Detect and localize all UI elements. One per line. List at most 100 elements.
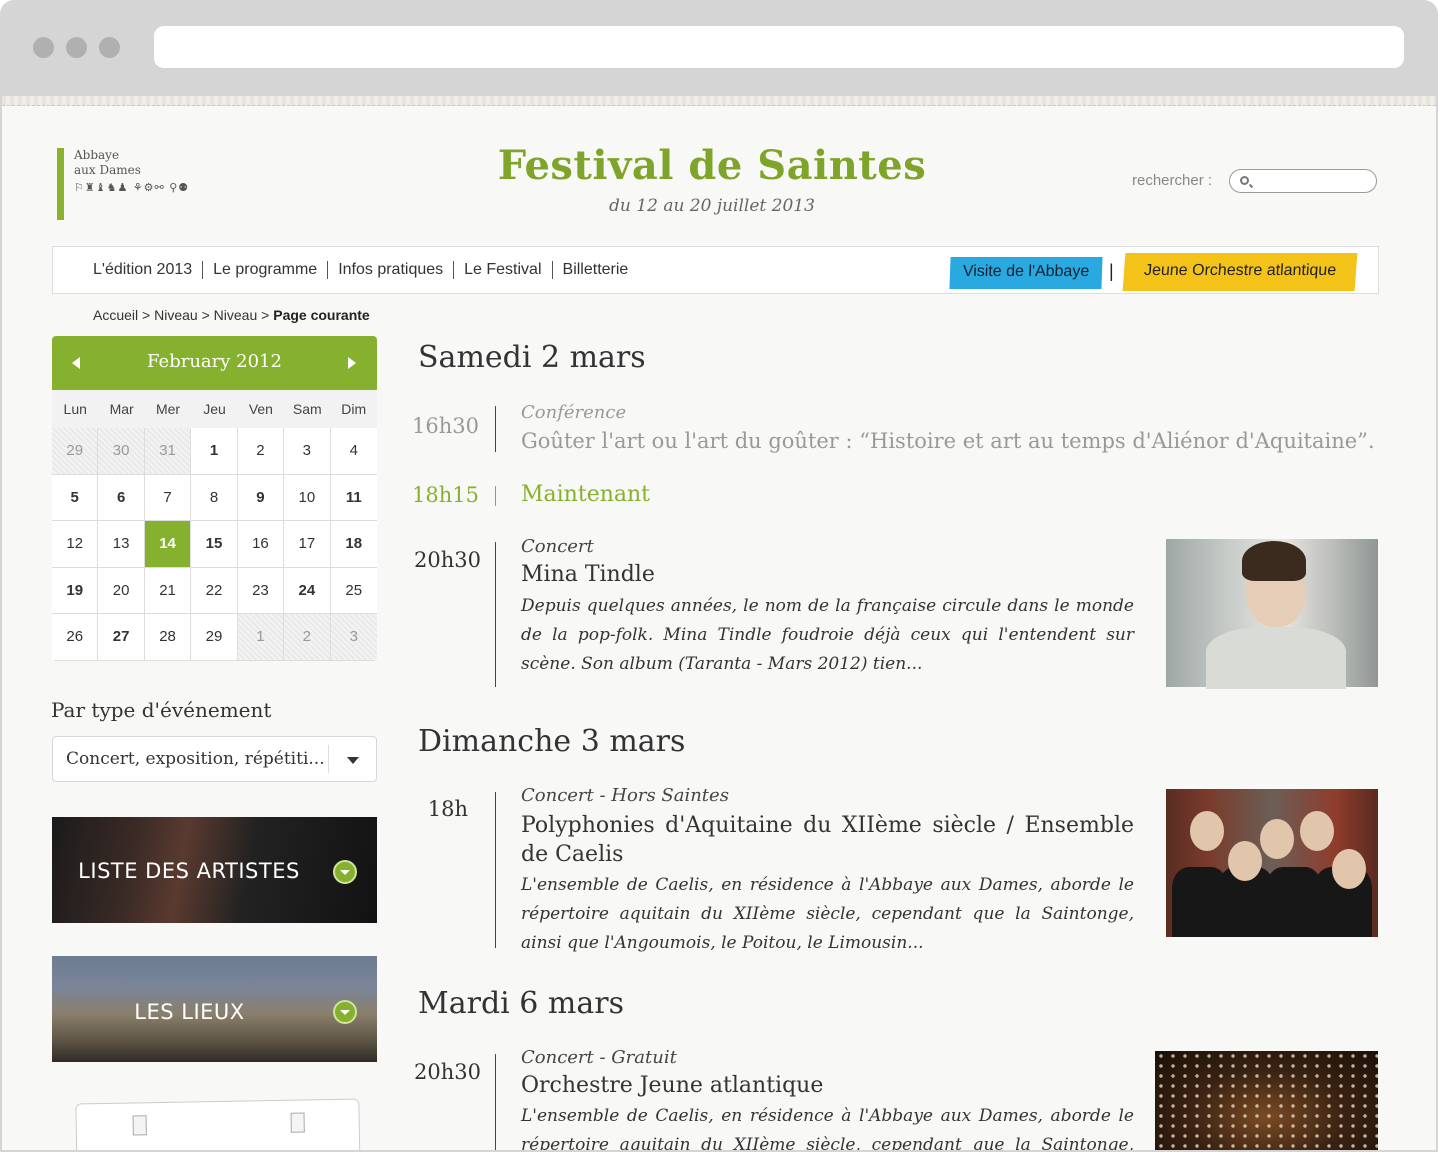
event-description: L'ensemble de Caelis, en résidence à l'A… [521, 1106, 1134, 1152]
event-divider [495, 406, 496, 452]
photo-face [1332, 849, 1366, 889]
calendar-day[interactable]: 29 [191, 614, 238, 661]
calendar-day[interactable]: 29 [52, 428, 99, 475]
calendar-day[interactable]: 20 [98, 567, 145, 614]
breadcrumb-separator: > [142, 307, 151, 323]
calendar-next-arrow-icon[interactable] [348, 357, 356, 369]
calendar-day[interactable]: 4 [330, 428, 377, 475]
event-title[interactable]: Mina Tindle [521, 562, 655, 587]
calendar-day[interactable]: 19 [52, 567, 99, 614]
page-viewport: Abbaye aux Dames ⚐♜♝♞♟ ⚘⚙⚯ ⚲⚉ Festival d… [0, 96, 1438, 1152]
calendar-day[interactable]: 1 [191, 428, 238, 475]
weekday-label: Dim [341, 401, 367, 417]
url-bar[interactable] [154, 26, 1404, 68]
event-category: Concert - Hors Saintes [521, 785, 729, 806]
breadcrumb: Accueil > Niveau > Niveau > Page courant… [93, 307, 370, 323]
nav-item-edition[interactable]: L'édition 2013 [93, 261, 202, 279]
event-type-select-value: Concert, exposition, répétiti... [66, 749, 325, 769]
search-input[interactable] [1229, 169, 1377, 193]
day-heading: Samedi 2 mars [418, 340, 646, 375]
calendar-day[interactable]: 25 [330, 568, 377, 614]
calendar-day[interactable]: 7 [144, 474, 192, 521]
calendar-day[interactable]: 3 [330, 614, 377, 661]
photo-figure [1206, 627, 1346, 689]
event-category: Concert - Gratuit [521, 1047, 677, 1068]
clip-icon [132, 1115, 147, 1136]
calendar-day[interactable]: 1 [237, 614, 285, 661]
calendar-day[interactable]: 24 [284, 567, 331, 614]
calendar-day[interactable]: 9 [237, 474, 285, 521]
calendar-day[interactable]: 10 [284, 474, 331, 521]
event-title[interactable]: Goûter l'art ou l'art du goûter : “Histo… [521, 429, 1375, 453]
places-tile[interactable]: LES LIEUX [52, 956, 377, 1062]
youth-orchestra-button[interactable]: Jeune Orchestre atlantique [1122, 253, 1358, 291]
calendar-day[interactable]: 2 [237, 428, 285, 475]
visit-abbey-button[interactable]: Visite de l'Abbaye [949, 257, 1103, 289]
calendar-day[interactable]: 31 [144, 428, 192, 475]
calendar-day[interactable]: 8 [191, 474, 238, 521]
ticket-card[interactable] [75, 1098, 361, 1150]
weekday-label: Ven [248, 401, 273, 417]
event-type-select[interactable]: Concert, exposition, répétiti... [52, 736, 377, 782]
breadcrumb-level-1[interactable]: Niveau [154, 307, 198, 323]
photo-face [1190, 811, 1224, 851]
calendar-day[interactable]: 30 [98, 428, 145, 475]
calendar-day[interactable]: 5 [52, 474, 99, 521]
chevron-down-circle-icon [333, 1000, 357, 1024]
calendar-day[interactable]: 6 [98, 474, 145, 521]
event-title[interactable]: Polyphonies d'Aquitaine du XIIème siècle… [521, 811, 1134, 869]
places-label: LES LIEUX [134, 1000, 245, 1024]
event-photo-orchestra[interactable] [1155, 1051, 1378, 1150]
window-minimize-dot[interactable] [66, 37, 87, 58]
chevron-down-icon [347, 757, 359, 764]
weekday-label: Mer [155, 401, 181, 417]
nav-item-programme[interactable]: Le programme [202, 261, 327, 279]
clip-icon [290, 1112, 305, 1133]
calendar-day[interactable]: 3 [284, 428, 331, 475]
event-title[interactable]: Orchestre Jeune atlantique [521, 1073, 823, 1098]
calendar-day[interactable]: 28 [144, 614, 192, 661]
nav-items: L'édition 2013 Le programme Infos pratiq… [93, 261, 638, 279]
weekday-label: Mar [109, 401, 134, 417]
nav-item-festival[interactable]: Le Festival [453, 261, 551, 279]
logo-text: Abbaye aux Dames [74, 148, 141, 178]
decorative-stripe [2, 96, 1436, 106]
event-description: Depuis quelques années, le nom de la fra… [521, 596, 1134, 674]
event-time-now: 18h15 [412, 483, 479, 507]
calendar-day-grid: 29 30 31 1 2 3 4 5 6 7 8 9 10 11 12 13 14 15 16 17 18 19 20 21 2… [52, 428, 377, 661]
day-heading: Dimanche 3 mars [418, 724, 686, 759]
calendar-day[interactable]: 22 [191, 567, 238, 614]
calendar-day[interactable]: 15 [191, 521, 238, 568]
calendar-day[interactable]: 11 [330, 475, 377, 521]
breadcrumb-level-2[interactable]: Niveau [214, 307, 258, 323]
photo-face [1260, 819, 1294, 859]
event-photo-mina-tindle[interactable] [1166, 539, 1378, 689]
artists-list-tile[interactable]: LISTE DES ARTISTES [52, 817, 377, 923]
nav-item-billetterie[interactable]: Billetterie [551, 261, 639, 279]
event-photo-ensemble-caelis[interactable] [1166, 789, 1378, 937]
calendar-day[interactable]: 2 [284, 614, 331, 661]
calendar-day[interactable]: 13 [98, 521, 145, 568]
site-logo[interactable]: Abbaye aux Dames ⚐♜♝♞♟ ⚘⚙⚯ ⚲⚉ [57, 148, 188, 224]
breadcrumb-home[interactable]: Accueil [93, 307, 138, 323]
calendar-day-today[interactable]: 14 [144, 521, 192, 568]
window-close-dot[interactable] [33, 37, 54, 58]
site-title[interactable]: Festival de Saintes [422, 142, 1002, 189]
calendar-day[interactable]: 27 [98, 614, 145, 661]
calendar-day[interactable]: 16 [237, 521, 285, 568]
calendar-widget: February 2012 Lun Mar Mer Jeu Ven Sam Di… [52, 336, 377, 661]
calendar-day[interactable]: 26 [52, 614, 99, 661]
search-label: rechercher : [1132, 172, 1213, 189]
calendar-day[interactable]: 18 [330, 521, 377, 568]
logo-line-2: aux Dames [74, 163, 141, 177]
calendar-day[interactable]: 17 [284, 521, 331, 568]
day-heading: Mardi 6 mars [418, 986, 624, 1021]
calendar-day[interactable]: 23 [237, 567, 285, 614]
calendar-day[interactable]: 12 [52, 521, 99, 568]
window-maximize-dot[interactable] [99, 37, 120, 58]
chevron-down-circle-icon [333, 860, 357, 884]
photo-texture [1155, 1051, 1378, 1150]
calendar-day[interactable]: 21 [144, 567, 192, 614]
select-divider [328, 745, 329, 773]
nav-item-infos[interactable]: Infos pratiques [327, 261, 453, 279]
